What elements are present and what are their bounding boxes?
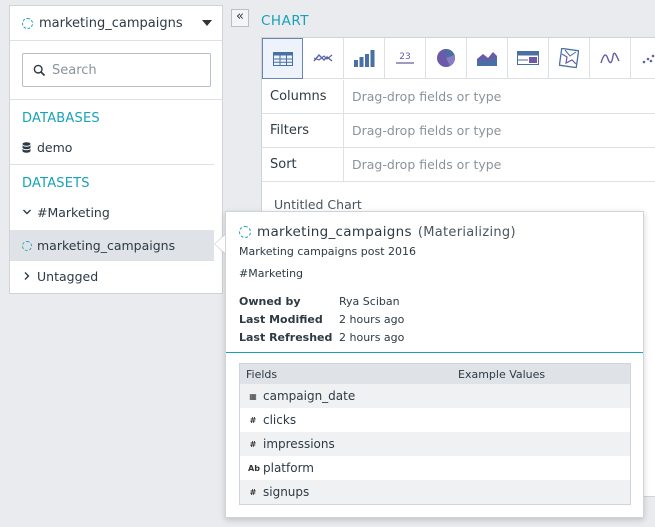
pie-chart-icon bbox=[437, 48, 455, 67]
last-refreshed-label: Last Refreshed bbox=[239, 331, 333, 344]
owned-by-label: Owned by bbox=[239, 295, 301, 308]
example-values-column-header: Example Values bbox=[458, 367, 546, 381]
chart-type-table[interactable] bbox=[262, 38, 303, 79]
shelf-dropzone[interactable]: Drag-drop fields or type bbox=[344, 80, 501, 113]
field-name: impressions bbox=[263, 437, 335, 451]
chart-type-area[interactable] bbox=[467, 38, 508, 79]
svg-text:23: 23 bbox=[399, 52, 410, 62]
chart-type-scatter[interactable] bbox=[631, 38, 655, 79]
search-field[interactable] bbox=[22, 53, 211, 87]
datasets-heading: DATASETS bbox=[22, 176, 90, 191]
field-name: platform bbox=[263, 461, 314, 475]
chart-type-bar: 23 bbox=[262, 38, 655, 79]
field-name: clicks bbox=[263, 413, 297, 427]
number-type-icon: # bbox=[249, 415, 257, 425]
chart-type-bar[interactable] bbox=[344, 38, 385, 79]
dataset-group-label: #Marketing bbox=[37, 204, 110, 220]
field-row: ▦ campaign_date bbox=[240, 384, 630, 408]
map-icon bbox=[559, 48, 579, 68]
field-row: # signups bbox=[240, 480, 630, 504]
popover-description: Marketing campaigns post 2016 bbox=[239, 245, 417, 258]
chart-type-line[interactable] bbox=[303, 38, 344, 79]
dataset-info-popover: marketing_campaigns (Materializing) Mark… bbox=[225, 211, 644, 518]
accent-divider bbox=[226, 352, 643, 353]
last-modified-label: Last Modified bbox=[239, 313, 323, 326]
search-icon bbox=[33, 64, 46, 76]
number-icon: 23 bbox=[396, 52, 414, 64]
spinner-icon bbox=[22, 240, 32, 251]
chart-type-number[interactable]: 23 bbox=[385, 38, 426, 79]
last-modified-value: 2 hours ago bbox=[339, 313, 405, 326]
database-icon bbox=[22, 141, 31, 153]
chart-type-map[interactable] bbox=[549, 38, 590, 79]
chevron-down-icon bbox=[23, 209, 31, 215]
filters-shelf[interactable]: Filters Drag-drop fields or type bbox=[262, 114, 655, 148]
dataset-group-untagged[interactable]: Untagged bbox=[22, 267, 98, 285]
shelf-dropzone[interactable]: Drag-drop fields or type bbox=[344, 148, 501, 181]
caret-down-icon[interactable] bbox=[202, 20, 212, 26]
last-refreshed-value: 2 hours ago bbox=[339, 331, 405, 344]
divider bbox=[10, 164, 214, 165]
dataset-item-label: marketing_campaigns bbox=[37, 238, 176, 253]
chevron-right-icon bbox=[24, 272, 30, 280]
field-name: campaign_date bbox=[263, 389, 356, 403]
shelf-dropzone[interactable]: Drag-drop fields or type bbox=[344, 114, 501, 147]
popover-title: marketing_campaigns bbox=[257, 224, 412, 240]
popover-title-row: marketing_campaigns (Materializing) bbox=[239, 224, 516, 240]
chart-heading: CHART bbox=[261, 13, 309, 29]
database-item-label: demo bbox=[37, 139, 73, 155]
chart-type-pie[interactable] bbox=[426, 38, 467, 79]
dataset-group-marketing[interactable]: #Marketing bbox=[22, 203, 110, 221]
area-chart-icon bbox=[477, 52, 497, 66]
dataset-dropdown[interactable]: marketing_campaigns bbox=[10, 6, 222, 41]
materializing-status: (Materializing) bbox=[417, 224, 516, 240]
shelf-label: Sort bbox=[262, 148, 344, 181]
field-row: Ab platform bbox=[240, 456, 630, 480]
fields-column-header: Fields bbox=[246, 367, 278, 381]
line-chart-icon bbox=[313, 53, 333, 62]
table-icon bbox=[272, 51, 293, 66]
search-input[interactable] bbox=[52, 62, 202, 78]
popover-tag: #Marketing bbox=[239, 267, 304, 280]
divider bbox=[10, 99, 222, 100]
scatter-chart-icon bbox=[642, 54, 655, 64]
fields-table-header: Fields Example Values bbox=[240, 364, 630, 384]
chart-type-scatter-line[interactable] bbox=[590, 38, 631, 79]
dataset-group-label: Untagged bbox=[37, 268, 99, 284]
date-type-icon: ▦ bbox=[249, 391, 257, 401]
database-item-demo[interactable]: demo bbox=[22, 138, 72, 156]
shelf-label: Columns bbox=[262, 80, 344, 113]
field-row: # clicks bbox=[240, 408, 630, 432]
shelf-label: Filters bbox=[262, 114, 344, 147]
number-type-icon: # bbox=[249, 487, 257, 497]
text-type-icon: Ab bbox=[248, 463, 260, 473]
columns-shelf[interactable]: Columns Drag-drop fields or type bbox=[262, 80, 655, 114]
spinner-icon bbox=[22, 17, 33, 29]
field-name: signups bbox=[263, 485, 310, 499]
chart-title[interactable]: Untitled Chart bbox=[274, 197, 362, 212]
pivot-table-icon bbox=[517, 51, 539, 65]
databases-heading: DATABASES bbox=[22, 111, 100, 126]
chart-type-pivot[interactable] bbox=[508, 38, 549, 79]
fields-list: ▦ campaign_date # clicks # impressions A… bbox=[240, 384, 630, 504]
popover-arrow bbox=[215, 235, 225, 253]
spinner-icon bbox=[239, 226, 251, 238]
sort-shelf[interactable]: Sort Drag-drop fields or type bbox=[262, 148, 655, 182]
field-row: # impressions bbox=[240, 432, 630, 456]
number-type-icon: # bbox=[249, 439, 257, 449]
collapse-sidebar-button[interactable]: « bbox=[231, 9, 249, 27]
squiggle-chart-icon bbox=[600, 52, 620, 64]
dataset-sidebar: marketing_campaigns DATABASES demo DATAS… bbox=[9, 5, 223, 294]
bar-chart-icon bbox=[354, 50, 375, 67]
owned-by-value: Rya Sciban bbox=[339, 295, 400, 308]
dataset-item-marketing-campaigns[interactable]: marketing_campaigns bbox=[10, 230, 214, 261]
dataset-dropdown-label: marketing_campaigns bbox=[39, 15, 183, 31]
fields-table: Fields Example Values ▦ campaign_date # … bbox=[239, 363, 631, 505]
